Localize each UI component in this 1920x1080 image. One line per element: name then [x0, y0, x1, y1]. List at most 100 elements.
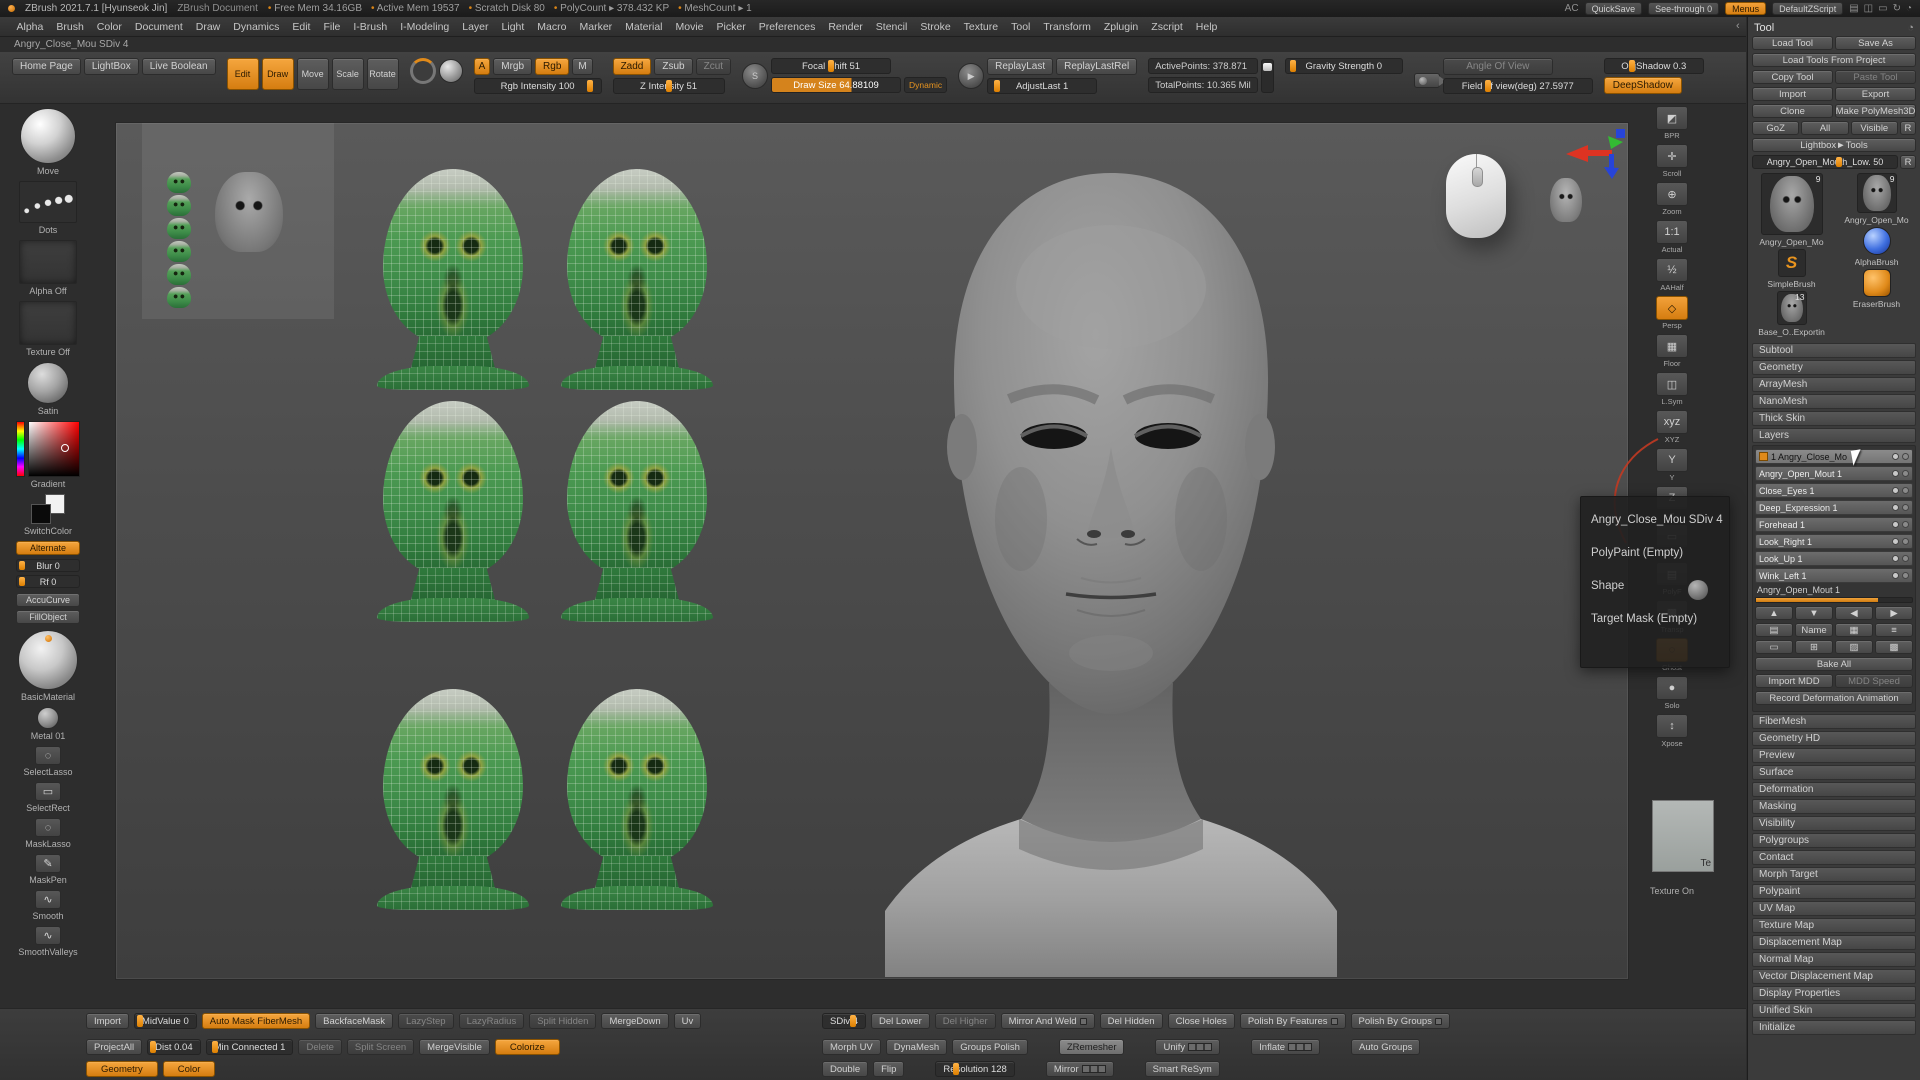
bottom-shelf-button[interactable]: Groups Polish — [952, 1039, 1028, 1055]
texture-slot[interactable] — [19, 301, 77, 345]
fill-object-button[interactable]: FillObject — [16, 610, 80, 624]
bottom-shelf-button[interactable]: Dist 0.04 — [147, 1039, 201, 1055]
goz-r-button[interactable]: R — [1900, 121, 1916, 135]
tool-section-header[interactable]: Subtool — [1752, 343, 1916, 358]
titlebar-icon[interactable]: ◫ — [1864, 3, 1873, 14]
menu-item[interactable]: I-Brush — [347, 21, 394, 33]
menu-item[interactable]: Picker — [710, 21, 752, 33]
bottom-shelf-button[interactable]: MergeDown — [601, 1013, 668, 1029]
mask-lasso-icon[interactable]: ◌ — [35, 818, 61, 837]
layer-tool-button[interactable]: ▦ — [1835, 623, 1873, 637]
layer-eye-icon[interactable] — [1892, 572, 1899, 579]
bottom-shelf-button[interactable]: Morph UV — [822, 1039, 881, 1055]
bottom-shelf-button[interactable]: Geometry — [86, 1061, 158, 1077]
bottom-shelf-button[interactable]: Polish By Features — [1240, 1013, 1346, 1029]
bottom-shelf-button[interactable]: Close Holes — [1168, 1013, 1235, 1029]
paint-a-toggle[interactable]: A — [474, 58, 491, 75]
rgb-intensity-slider[interactable]: Rgb Intensity 100 — [474, 78, 602, 94]
tool-section-header[interactable]: ArrayMesh — [1752, 377, 1916, 392]
menu-item[interactable]: Preferences — [752, 21, 822, 33]
layers-section-header[interactable]: Layers — [1752, 428, 1916, 443]
bottom-shelf-button[interactable]: Auto Groups — [1351, 1039, 1420, 1055]
accucurve-button[interactable]: AccuCurve — [16, 593, 80, 607]
load-tools-from-project-button[interactable]: Load Tools From Project — [1752, 53, 1916, 67]
tool-section-header[interactable]: Preview — [1752, 748, 1916, 763]
xyz-toggles[interactable] — [1188, 1043, 1212, 1051]
smooth-valleys-icon[interactable]: ∿ — [35, 926, 61, 945]
layer-row[interactable]: Deep_Expression 1 — [1755, 500, 1913, 515]
stroke-type-icon[interactable] — [19, 181, 77, 223]
bottom-shelf-button[interactable]: Uv — [674, 1013, 702, 1029]
paste-tool-button[interactable]: Paste Tool — [1835, 70, 1916, 84]
mrgb-toggle[interactable]: Mrgb — [493, 58, 532, 75]
material-sphere-icon[interactable] — [439, 59, 463, 83]
deep-shadow-button[interactable]: DeepShadow — [1604, 77, 1682, 94]
tool-section-header[interactable]: Deformation — [1752, 782, 1916, 797]
titlebar-icon[interactable]: ▭ — [1878, 3, 1887, 14]
layer-eye-icon[interactable] — [1892, 538, 1899, 545]
base-tool-thumbnail[interactable]: 13 — [1777, 291, 1807, 325]
menu-item[interactable]: Tool — [1005, 21, 1037, 33]
menu-item[interactable]: I-Modeling — [394, 21, 456, 33]
import-button[interactable]: Import — [1752, 87, 1833, 101]
eraser-brush-icon[interactable] — [1863, 269, 1891, 297]
menu-item[interactable]: Stroke — [914, 21, 957, 33]
bottom-shelf-button[interactable]: Split Hidden — [529, 1013, 596, 1029]
right-shelf-button[interactable]: ▦ Floor — [1656, 334, 1688, 368]
default-zscript-button[interactable]: DefaultZScript — [1772, 2, 1843, 15]
bottom-shelf-button[interactable]: Del Lower — [871, 1013, 930, 1029]
smooth-icon[interactable]: ∿ — [35, 890, 61, 909]
layer-row[interactable]: Angry_Open_Mout 1 — [1755, 466, 1913, 481]
context-menu-item[interactable]: Target Mask (Empty) — [1581, 602, 1729, 635]
tool-section-header[interactable]: Morph Target — [1752, 867, 1916, 882]
lightbox-button[interactable]: LightBox — [84, 58, 139, 75]
tool-section-header[interactable]: Polygroups — [1752, 833, 1916, 848]
menu-item[interactable]: Edit — [286, 21, 317, 33]
make-polymesh3d-button[interactable]: Make PolyMesh3D — [1835, 104, 1916, 118]
scale-mode-button[interactable]: Scale — [332, 58, 364, 90]
right-shelf-button[interactable]: ↕ Xpose — [1656, 714, 1688, 748]
adjust-last-slider[interactable]: AdjustLast 1 — [987, 78, 1097, 94]
bottom-shelf-button[interactable]: Colorize — [495, 1039, 560, 1055]
menu-item[interactable]: Material — [619, 21, 669, 33]
mask-pen-icon[interactable]: ✎ — [35, 854, 61, 873]
tool-section-header[interactable]: Contact — [1752, 850, 1916, 865]
switch-color-widget[interactable] — [31, 494, 65, 524]
tool-section-header[interactable]: Normal Map — [1752, 952, 1916, 967]
right-shelf-button[interactable]: ◇ Persp — [1656, 296, 1688, 330]
tool-section-header[interactable]: Unified Skin — [1752, 1003, 1916, 1018]
titlebar-icon[interactable]: ◔ — [1906, 3, 1912, 14]
camera-icon[interactable] — [1414, 73, 1440, 88]
bottom-shelf-button[interactable]: BackfaceMask — [315, 1013, 393, 1029]
bottom-shelf-button[interactable]: Smart ReSym — [1145, 1061, 1220, 1077]
menu-item[interactable]: File — [317, 21, 347, 33]
tool-section-header[interactable]: UV Map — [1752, 901, 1916, 916]
bottom-shelf-button[interactable]: LazyRadius — [459, 1013, 525, 1029]
layer-record-icon[interactable] — [1902, 555, 1909, 562]
bottom-shelf-button[interactable]: Min Connected 1 — [206, 1039, 294, 1055]
right-shelf-button[interactable]: ✛ Scroll — [1656, 144, 1688, 178]
bottom-shelf-button[interactable]: SDiv 4 — [822, 1013, 866, 1029]
tool-section-header[interactable]: Polypaint — [1752, 884, 1916, 899]
menu-item[interactable]: Dynamics — [227, 21, 286, 33]
blur-slider[interactable]: Blur 0 — [16, 559, 80, 572]
layer-row[interactable]: 1 Angry_Close_Mo — [1755, 449, 1913, 464]
bottom-shelf-button[interactable]: Delete — [298, 1039, 341, 1055]
titlebar-icon[interactable]: ▤ — [1849, 3, 1858, 14]
alpha-slot[interactable] — [19, 240, 77, 284]
mdd-speed-button[interactable]: MDD Speed — [1835, 674, 1913, 688]
right-shelf-button[interactable]: ⊕ Zoom — [1656, 182, 1688, 216]
bottom-shelf-button[interactable]: Split Screen — [347, 1039, 414, 1055]
points-vertical-slider[interactable] — [1261, 59, 1274, 93]
right-shelf-button[interactable]: 1:1 Actual — [1656, 220, 1688, 254]
bottom-shelf-button[interactable]: Resolution 128 — [935, 1061, 1014, 1077]
tool-section-header[interactable]: Masking — [1752, 799, 1916, 814]
titlebar-icon[interactable]: ↻ — [1893, 3, 1901, 14]
m-toggle[interactable]: M — [572, 58, 592, 75]
menu-item[interactable]: Zplugin — [1097, 21, 1144, 33]
menu-item[interactable]: Marker — [573, 21, 619, 33]
right-shelf-button[interactable]: ◩ BPR — [1656, 106, 1688, 140]
document-canvas[interactable] — [115, 122, 1629, 980]
menu-item[interactable]: Alpha — [10, 21, 50, 33]
rf-slider[interactable]: Rf 0 — [16, 575, 80, 588]
